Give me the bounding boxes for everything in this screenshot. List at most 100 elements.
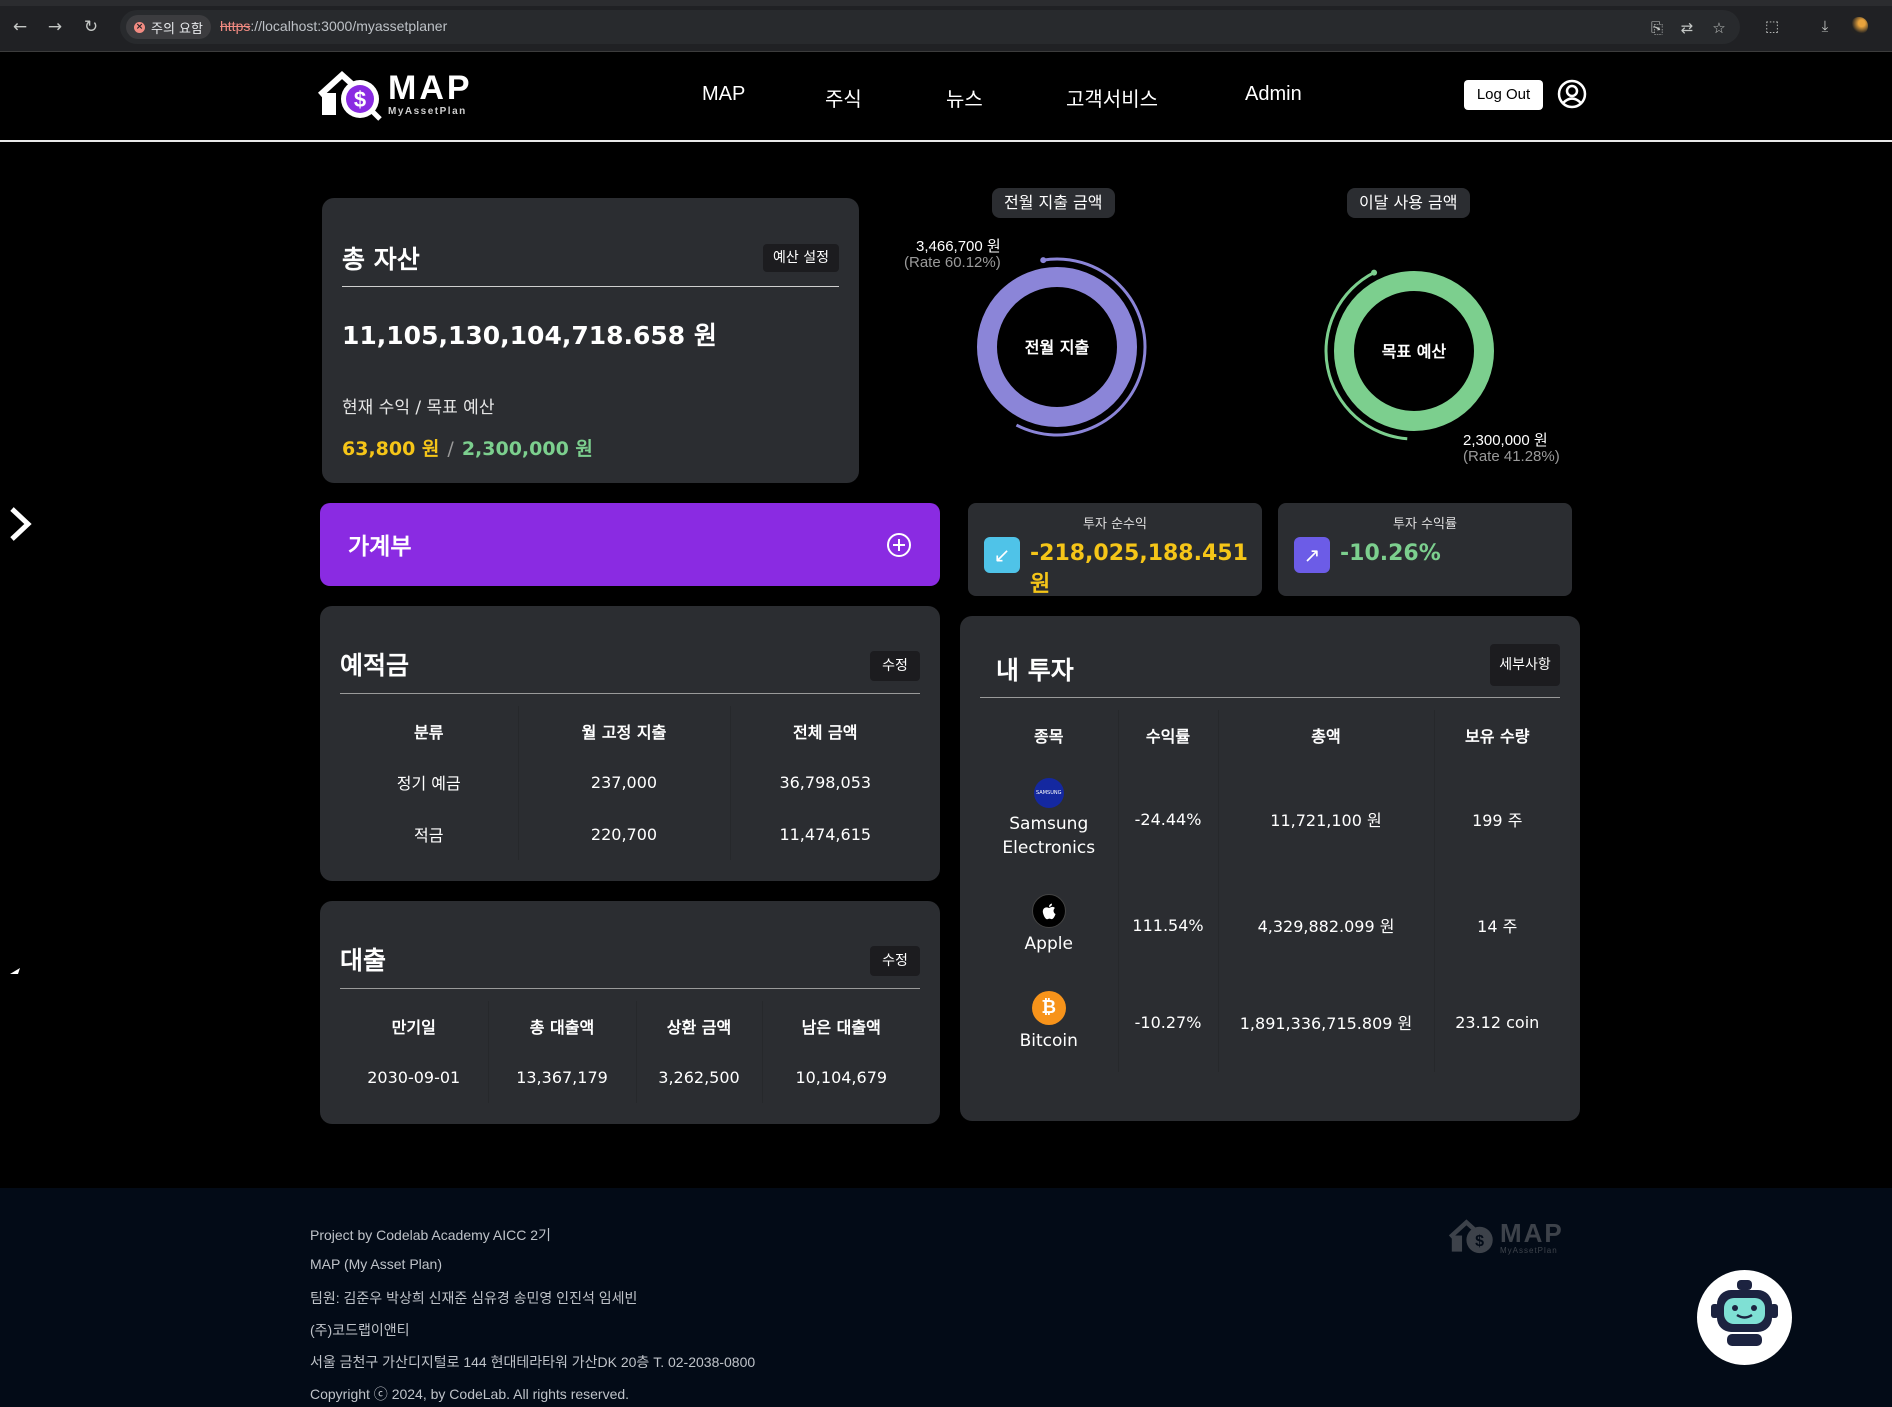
investment-net-profit-value: -218,025,188.451 원 xyxy=(1030,541,1248,597)
security-warning-label: 주의 요함 xyxy=(151,21,203,37)
stock-cell: Apple xyxy=(980,878,1118,972)
current-income: 63,800 원 xyxy=(342,438,440,460)
prev-month-amount-label: 3,466,700 원 (Rate 60.12%) xyxy=(904,239,1001,271)
nav-stocks[interactable]: 주식 xyxy=(825,83,862,112)
bookmark-star-icon[interactable]: ☆ xyxy=(1710,19,1728,37)
browser-toolbar: ← → ↻ × 주의 요함 https://localhost:3000/mya… xyxy=(0,0,1892,52)
arrow-up-right-icon: ↗ xyxy=(1294,537,1330,573)
site-logo[interactable]: $ MAP MyAssetPlan xyxy=(317,69,493,121)
table-header-row: 만기일 총 대출액 상환 금액 남은 대출액 xyxy=(340,1001,920,1051)
cell: 적금 xyxy=(414,826,444,845)
download-icon[interactable]: ⤓ xyxy=(1815,16,1835,36)
apple-logo-icon xyxy=(1031,894,1066,928)
footer-line: (주)코드랩이앤티 xyxy=(310,1322,410,1338)
table-row[interactable]: Apple 111.54% 4,329,882.099 원 14 주 xyxy=(980,878,1560,972)
loans-title: 대출 xyxy=(340,946,387,975)
reload-icon[interactable]: ↻ xyxy=(80,16,102,38)
col-maturity-date: 만기일 xyxy=(391,1018,436,1037)
logo-text: MAP xyxy=(388,69,473,107)
my-investments-card: 내 투자 세부사항 종목 수익률 총액 보유 수량 SAMSUNG Samsun… xyxy=(960,616,1580,1121)
household-ledger-bar[interactable]: 가계부 xyxy=(320,503,940,586)
current-month-donut-chart: 목표 예산 xyxy=(1324,269,1494,441)
loans-edit-button[interactable]: 수정 xyxy=(870,946,920,976)
install-app-icon[interactable]: ⎘ xyxy=(1648,19,1666,37)
cell: 237,000 xyxy=(517,756,730,808)
donut-center-label: 전월 지출 xyxy=(1025,338,1090,357)
total-asset-title: 총 자산 xyxy=(342,245,420,274)
divider xyxy=(980,697,1560,698)
cell: 11,474,615 xyxy=(729,808,920,860)
footer-logo-subtext: MyAssetPlan xyxy=(1500,1246,1558,1255)
prev-month-amount: 3,466,700 원 xyxy=(916,238,1001,255)
details-button[interactable]: 세부사항 xyxy=(1490,644,1560,686)
budget-setting-button[interactable]: 예산 설정 xyxy=(763,244,839,272)
separator: / xyxy=(447,438,454,460)
income-vs-budget: 63,800 원 / 2,300,000 원 xyxy=(342,434,593,461)
security-warning-chip[interactable]: × 주의 요함 xyxy=(126,15,211,39)
divider xyxy=(342,286,839,287)
plus-circle-icon[interactable] xyxy=(886,532,912,558)
nav-customer-service[interactable]: 고객서비스 xyxy=(1066,83,1158,112)
footer-logo-icon: $ xyxy=(1448,1219,1493,1254)
cell: -24.44% xyxy=(1117,760,1218,878)
current-month-amount-label: 2,300,000 원 (Rate 41.28%) xyxy=(1463,433,1560,465)
col-category: 분류 xyxy=(414,723,444,742)
footer-line: 서울 금천구 가산디지털로 144 현대테라타워 가산DK 20층 T. 02-… xyxy=(310,1354,756,1370)
progress-label: 현재 수익 / 목표 예산 xyxy=(342,398,495,418)
cell: 23.12 coin xyxy=(1433,972,1560,1072)
col-total-loan: 총 대출액 xyxy=(487,1001,636,1051)
investment-return-rate-card: 투자 수익률 ↗ -10.26% xyxy=(1278,503,1572,596)
extensions-icon[interactable]: ⬚ xyxy=(1762,16,1782,36)
investment-net-profit-title: 투자 순수익 xyxy=(1083,517,1147,532)
deposits-table: 분류 월 고정 지출 전체 금액 정기 예금 237,000 36,798,05… xyxy=(340,706,920,860)
chevron-right-icon[interactable] xyxy=(8,505,34,543)
cell: 111.54% xyxy=(1117,878,1218,972)
col-monthly-fixed: 월 고정 지출 xyxy=(517,706,730,756)
svg-text:$: $ xyxy=(354,87,366,112)
donut-rate-dot xyxy=(1040,257,1047,264)
cell: 36,798,053 xyxy=(729,756,920,808)
footer-line: Project by Codelab Academy AICC 2기 xyxy=(310,1227,551,1243)
total-asset-card: 총 자산 예산 설정 11,105,130,104,718.658 원 현재 수… xyxy=(322,198,859,483)
site-header: $ MAP MyAssetPlan MAP 주식 뉴스 고객서비스 Admin … xyxy=(0,53,1892,142)
url-text[interactable]: https://localhost:3000/myassetplaner xyxy=(220,18,447,34)
loans-card: 대출 수정 만기일 총 대출액 상환 금액 남은 대출액 2030-09-01 … xyxy=(320,901,940,1124)
nav-admin[interactable]: Admin xyxy=(1245,83,1302,106)
current-month-rate: (Rate 41.28%) xyxy=(1463,448,1560,465)
table-header-row: 분류 월 고정 지출 전체 금액 xyxy=(340,706,920,756)
table-row: 2030-09-01 13,367,179 3,262,500 10,104,6… xyxy=(340,1051,920,1103)
col-remaining-loan: 남은 대출액 xyxy=(761,1001,920,1051)
footer-line: MAP (My Asset Plan) xyxy=(310,1256,443,1272)
address-bar[interactable]: × 주의 요함 https://localhost:3000/myassetpl… xyxy=(120,10,1740,44)
nav-news[interactable]: 뉴스 xyxy=(946,83,983,112)
nav-map[interactable]: MAP xyxy=(702,83,745,106)
user-profile-icon[interactable] xyxy=(1557,79,1587,109)
logo-house-icon: $ xyxy=(317,70,382,121)
stock-cell: ₿ Bitcoin xyxy=(980,972,1118,1072)
investment-return-rate-title: 투자 수익률 xyxy=(1393,517,1457,532)
back-icon[interactable]: ← xyxy=(9,16,31,38)
forward-icon[interactable]: → xyxy=(44,16,66,38)
chatbot-button[interactable] xyxy=(1697,1270,1792,1365)
total-asset-amount: 11,105,130,104,718.658 원 xyxy=(342,321,717,350)
stock-name: Bitcoin xyxy=(1019,1031,1078,1051)
donut-center-label: 목표 예산 xyxy=(1382,342,1447,361)
my-investments-title: 내 투자 xyxy=(996,656,1074,685)
deposits-card: 예적금 수정 분류 월 고정 지출 전체 금액 정기 예금 237,000 36… xyxy=(320,606,940,881)
col-holding-qty: 보유 수량 xyxy=(1433,710,1560,760)
deposits-edit-button[interactable]: 수정 xyxy=(870,651,920,681)
table-row[interactable]: ₿ Bitcoin -10.27% 1,891,336,715.809 원 23… xyxy=(980,972,1560,1072)
stock-name: Apple xyxy=(1024,934,1073,954)
footer-logo-text: MAP xyxy=(1500,1218,1564,1248)
profile-avatar[interactable] xyxy=(1850,17,1868,35)
table-row[interactable]: SAMSUNG Samsung Electronics -24.44% 11,7… xyxy=(980,760,1560,878)
loans-table: 만기일 총 대출액 상환 금액 남은 대출액 2030-09-01 13,367… xyxy=(340,1001,920,1103)
translate-icon[interactable]: ⇄ xyxy=(1678,19,1696,37)
logo-subtext: MyAssetPlan xyxy=(388,106,467,117)
cell: 13,367,179 xyxy=(487,1051,636,1103)
logout-button[interactable]: Log Out xyxy=(1464,80,1543,110)
cell: 3,262,500 xyxy=(635,1051,762,1103)
col-repaid-amount: 상환 금액 xyxy=(635,1001,762,1051)
warning-icon: × xyxy=(134,21,145,33)
site-footer: Project by Codelab Academy AICC 2기 MAP (… xyxy=(0,1188,1892,1407)
